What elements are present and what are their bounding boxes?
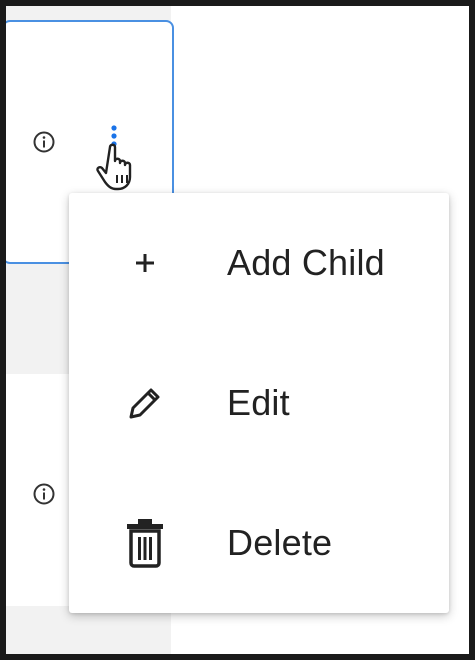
menu-item-label: Delete: [227, 522, 333, 563]
menu-item-add-child[interactable]: Add Child: [69, 193, 449, 333]
screenshot-frame: Add Child Edit Delete: [0, 0, 475, 660]
info-icon[interactable]: [32, 482, 56, 506]
menu-item-label: Add Child: [227, 242, 385, 283]
menu-item-edit[interactable]: Edit: [69, 333, 449, 473]
context-menu: Add Child Edit Delete: [69, 193, 449, 613]
menu-item-label: Edit: [227, 382, 290, 423]
plus-icon: [117, 235, 173, 291]
info-icon[interactable]: [32, 130, 56, 154]
hand-pointer-cursor: [96, 141, 148, 193]
pencil-icon: [117, 375, 173, 431]
menu-item-delete[interactable]: Delete: [69, 473, 449, 613]
trash-icon: [117, 515, 173, 571]
